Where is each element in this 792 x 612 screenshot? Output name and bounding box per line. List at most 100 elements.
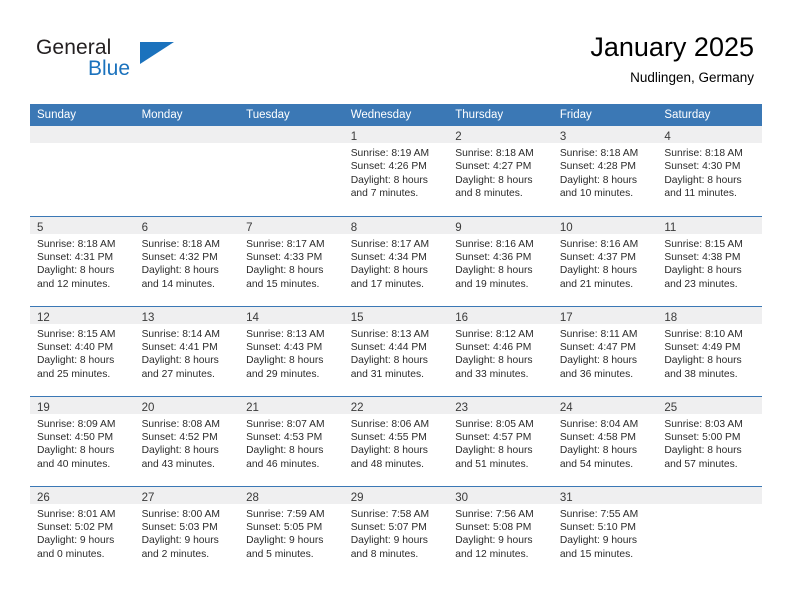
day-number: 19: [37, 401, 50, 414]
daylight-text-line1: Daylight: 8 hours: [455, 445, 533, 457]
daylight-text-line1: Daylight: 8 hours: [37, 355, 115, 367]
sunrise-text: Sunrise: 8:08 AM: [141, 418, 220, 430]
calendar-day-cell[interactable]: 28 Sunrise: 7:59 AM Sunset: 5:05 PM Dayligh…: [239, 485, 344, 576]
daylight-text-line2: and 8 minutes.: [455, 188, 523, 200]
calendar-cell-inner: 10 Sunrise: 8:16 AM Sunset: 4:37 PM Dayligh…: [552, 216, 658, 305]
daylight-text-line1: Daylight: 9 hours: [141, 535, 219, 547]
calendar-day-cell[interactable]: 15 Sunrise: 8:13 AM Sunset: 4:44 PM Dayligh…: [343, 305, 449, 396]
calendar-day-cell[interactable]: 5 Sunrise: 8:18 AM Sunset: 4:31 PM Daylight…: [30, 215, 135, 306]
day-number-band: [239, 126, 344, 143]
general-blue-logo[interactable]: General Blue: [36, 36, 216, 92]
calendar-day-cell[interactable]: 9 Sunrise: 8:16 AM Sunset: 4:36 PM Daylight…: [448, 215, 553, 306]
calendar-day-cell[interactable]: 11 Sunrise: 8:15 AM Sunset: 4:38 PM Dayligh…: [657, 215, 762, 306]
sunrise-text: Sunrise: 7:58 AM: [350, 508, 430, 520]
calendar-day-cell[interactable]: 27 Sunrise: 8:00 AM Sunset: 5:03 PM Dayligh…: [134, 485, 240, 576]
calendar-day-cell[interactable]: 4 Sunrise: 8:18 AM Sunset: 4:30 PM Daylight…: [657, 126, 762, 216]
sunset-text: Sunset: 4:27 PM: [455, 161, 532, 173]
calendar-day-cell[interactable]: 10 Sunrise: 8:16 AM Sunset: 4:37 PM Dayligh…: [552, 215, 658, 306]
day-number-band: 15: [343, 306, 449, 324]
day-details: Sunrise: 8:13 AM Sunset: 4:44 PM Daylight:…: [344, 324, 449, 382]
calendar-day-cell[interactable]: 31 Sunrise: 7:55 AM Sunset: 5:10 PM Dayligh…: [552, 485, 658, 576]
sunrise-text: Sunrise: 7:59 AM: [246, 508, 325, 520]
day-number-band: 21: [239, 396, 344, 414]
calendar-day-cell[interactable]: 21 Sunrise: 8:07 AM Sunset: 4:53 PM Dayligh…: [239, 395, 344, 486]
masthead: General Blue January 2025 Nudlingen, Ger…: [0, 0, 792, 104]
calendar-cell-inner: 3 Sunrise: 8:18 AM Sunset: 4:28 PM Daylight…: [552, 126, 658, 214]
day-details: Sunrise: 8:14 AM Sunset: 4:41 PM Daylight:…: [135, 324, 240, 382]
calendar-cell-inner: 29 Sunrise: 7:58 AM Sunset: 5:07 PM Dayligh…: [343, 486, 449, 575]
calendar-page: General Blue January 2025 Nudlingen, Ger…: [0, 0, 792, 612]
daylight-text-line1: Daylight: 9 hours: [246, 535, 324, 547]
daylight-text-line2: and 12 minutes.: [455, 548, 529, 560]
logo-text-blue: Blue: [88, 57, 131, 80]
calendar-day-cell[interactable]: 30 Sunrise: 7:56 AM Sunset: 5:08 PM Dayligh…: [448, 485, 553, 576]
daylight-text-line1: Daylight: 8 hours: [141, 355, 219, 367]
daylight-text-line2: and 33 minutes.: [455, 368, 529, 380]
daylight-text-line1: Daylight: 8 hours: [664, 265, 742, 277]
day-number: 29: [350, 491, 364, 504]
calendar-cell-empty: [239, 126, 344, 216]
sunset-text: Sunset: 4:31 PM: [37, 251, 114, 263]
day-number: 10: [559, 221, 573, 234]
sunset-text: Sunset: 4:33 PM: [246, 251, 323, 263]
calendar-day-cell[interactable]: 18 Sunrise: 8:10 AM Sunset: 4:49 PM Dayligh…: [657, 305, 762, 396]
day-number: 18: [664, 311, 678, 324]
daylight-text-line1: Daylight: 8 hours: [246, 355, 324, 367]
sunrise-text: Sunrise: 7:55 AM: [559, 508, 639, 520]
day-number-band: 7: [239, 216, 344, 234]
day-number-band: 10: [552, 216, 658, 234]
calendar-day-cell[interactable]: 1 Sunrise: 8:19 AM Sunset: 4:26 PM Daylight…: [343, 126, 449, 216]
calendar-day-cell[interactable]: 22 Sunrise: 8:06 AM Sunset: 4:55 PM Dayligh…: [343, 395, 449, 486]
daylight-text-line2: and 8 minutes.: [350, 548, 419, 560]
sunrise-text: Sunrise: 8:12 AM: [455, 328, 534, 340]
day-number: 12: [37, 311, 50, 324]
calendar-day-cell[interactable]: 24 Sunrise: 8:04 AM Sunset: 4:58 PM Dayligh…: [552, 395, 658, 486]
calendar-day-cell[interactable]: 23 Sunrise: 8:05 AM Sunset: 4:57 PM Dayligh…: [448, 395, 553, 486]
daylight-text-line1: Daylight: 8 hours: [350, 445, 428, 457]
sunrise-text: Sunrise: 8:16 AM: [559, 238, 639, 250]
sunrise-text: Sunrise: 8:13 AM: [246, 328, 325, 340]
daylight-text-line2: and 43 minutes.: [141, 458, 215, 470]
calendar-cell-empty: [657, 485, 762, 576]
day-details: Sunrise: 8:10 AM Sunset: 4:49 PM Daylight:…: [657, 324, 762, 382]
calendar-day-cell[interactable]: 20 Sunrise: 8:08 AM Sunset: 4:52 PM Dayligh…: [134, 395, 240, 486]
sunrise-text: Sunrise: 8:18 AM: [141, 238, 220, 250]
day-details: Sunrise: 8:18 AM Sunset: 4:31 PM Daylight:…: [30, 234, 135, 292]
sunset-text: Sunset: 4:26 PM: [350, 161, 427, 173]
day-number: 1: [350, 131, 358, 143]
calendar-day-cell[interactable]: 3 Sunrise: 8:18 AM Sunset: 4:28 PM Daylight…: [552, 126, 658, 216]
sunset-text: Sunset: 4:44 PM: [350, 341, 427, 353]
calendar-day-cell[interactable]: 2 Sunrise: 8:18 AM Sunset: 4:27 PM Daylight…: [448, 126, 553, 216]
sunrise-text: Sunrise: 8:00 AM: [141, 508, 220, 520]
calendar-cell-inner: 21 Sunrise: 8:07 AM Sunset: 4:53 PM Dayligh…: [239, 396, 344, 485]
calendar-day-cell[interactable]: 26 Sunrise: 8:01 AM Sunset: 5:02 PM Dayligh…: [30, 485, 135, 576]
calendar-day-cell[interactable]: 25 Sunrise: 8:03 AM Sunset: 5:00 PM Dayligh…: [657, 395, 762, 486]
weekday-header-sunday: Sunday: [30, 104, 135, 126]
daylight-text-line1: Daylight: 9 hours: [37, 535, 115, 547]
calendar-day-cell[interactable]: 6 Sunrise: 8:18 AM Sunset: 4:32 PM Daylight…: [134, 215, 240, 306]
calendar-day-cell[interactable]: 17 Sunrise: 8:11 AM Sunset: 4:47 PM Dayligh…: [552, 305, 658, 396]
day-number: 3: [559, 131, 567, 143]
daylight-text-line2: and 15 minutes.: [559, 548, 634, 560]
calendar-day-cell[interactable]: 16 Sunrise: 8:12 AM Sunset: 4:46 PM Dayligh…: [448, 305, 553, 396]
calendar-grid: Sunday Monday Tuesday Wednesday Thursday…: [30, 104, 762, 576]
calendar-cell-inner: 26 Sunrise: 8:01 AM Sunset: 5:02 PM Dayligh…: [30, 486, 135, 575]
day-details: Sunrise: 8:16 AM Sunset: 4:37 PM Daylight:…: [553, 234, 658, 292]
sunset-text: Sunset: 4:58 PM: [559, 431, 636, 443]
sunrise-text: Sunrise: 8:07 AM: [246, 418, 325, 430]
daylight-text-line2: and 19 minutes.: [455, 278, 529, 290]
calendar-day-cell[interactable]: 19 Sunrise: 8:09 AM Sunset: 4:50 PM Dayligh…: [30, 395, 135, 486]
calendar-day-cell[interactable]: 13 Sunrise: 8:14 AM Sunset: 4:41 PM Dayligh…: [134, 305, 240, 396]
calendar-day-cell[interactable]: 29 Sunrise: 7:58 AM Sunset: 5:07 PM Dayligh…: [343, 485, 449, 576]
calendar-cell-inner: 15 Sunrise: 8:13 AM Sunset: 4:44 PM Dayligh…: [343, 306, 449, 395]
calendar-day-cell[interactable]: 14 Sunrise: 8:13 AM Sunset: 4:43 PM Dayligh…: [239, 305, 344, 396]
sunset-text: Sunset: 4:57 PM: [455, 431, 532, 443]
calendar-day-cell[interactable]: 12 Sunrise: 8:15 AM Sunset: 4:40 PM Dayligh…: [30, 305, 135, 396]
sunset-text: Sunset: 4:34 PM: [350, 251, 427, 263]
sunset-text: Sunset: 4:32 PM: [141, 251, 218, 263]
day-details: Sunrise: 8:17 AM Sunset: 4:33 PM Daylight:…: [239, 234, 344, 292]
day-details: Sunrise: 8:00 AM Sunset: 5:03 PM Daylight:…: [135, 504, 240, 562]
calendar-day-cell[interactable]: 7 Sunrise: 8:17 AM Sunset: 4:33 PM Daylight…: [239, 215, 344, 306]
calendar-day-cell[interactable]: 8 Sunrise: 8:17 AM Sunset: 4:34 PM Daylight…: [343, 215, 449, 306]
day-number: 13: [141, 311, 155, 324]
